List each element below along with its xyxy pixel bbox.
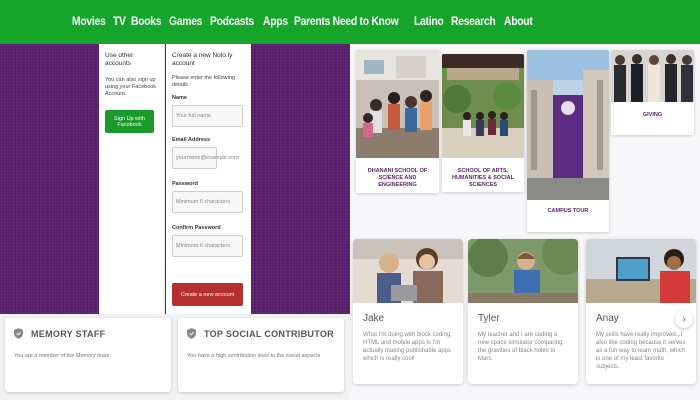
- facebook-signup-button[interactable]: Sign Up with Facebook: [105, 110, 154, 134]
- badge-description: You are a member of the Memory team: [14, 353, 110, 359]
- shield-icon: [14, 328, 23, 339]
- tile-caption: CAMPUS TOUR: [547, 208, 589, 214]
- anay-photo: [586, 239, 696, 303]
- badges-section: MEMORY STAFF You are a member of the Mem…: [0, 314, 350, 400]
- tile-campus-tour[interactable]: CAMPUS TOUR: [527, 50, 609, 232]
- nav-tv[interactable]: TV: [113, 16, 126, 28]
- campus-photo: [442, 54, 524, 158]
- story-card-jake[interactable]: Jake What I'm doing with block coding, H…: [353, 239, 463, 384]
- badge-title: MEMORY STAFF: [31, 328, 106, 339]
- tile-caption: GIVING: [642, 112, 663, 118]
- campus-building-photo: [527, 50, 609, 200]
- story-text: What I'm doing with block coding, HTML a…: [363, 332, 452, 363]
- email-input[interactable]: yourname@example.com: [172, 147, 239, 170]
- story-name: Tyler: [478, 313, 500, 324]
- password-input[interactable]: Minimum 6 characters: [172, 191, 243, 214]
- story-card-tyler[interactable]: Tyler My teacher and I are coding a new …: [468, 239, 578, 384]
- other-accounts-panel: Use other accounts You can also sign up …: [99, 44, 165, 314]
- story-text: My skills have really improved...I also …: [596, 332, 686, 371]
- tile-arts-school[interactable]: SCHOOL OF ARTS, HUMANITIES & SOCIAL SCIE…: [442, 54, 524, 192]
- shield-icon: [187, 328, 196, 339]
- badge-description: You have a high contribution level to th…: [187, 353, 321, 359]
- jake-photo: [353, 239, 463, 303]
- password-label: Password: [172, 181, 198, 188]
- tile-caption: DHANANI SCHOOL OF SCIENCE AND ENGINEERIN…: [367, 168, 428, 188]
- nav-podcasts[interactable]: Podcasts: [210, 16, 254, 28]
- name-label: Name: [172, 95, 187, 102]
- other-accounts-text: You can also sign up using your Facebook…: [105, 76, 157, 98]
- top-social-contributor-badge: TOP SOCIAL CONTRIBUTOR You have a high c…: [178, 318, 344, 392]
- confirm-password-label: Confirm Password: [172, 225, 221, 232]
- nav-apps[interactable]: Apps: [263, 16, 288, 28]
- nav-parents-need-to-know[interactable]: Parents Need to Know: [294, 16, 399, 28]
- story-name: Anay: [596, 313, 619, 324]
- nav-books[interactable]: Books: [131, 16, 162, 28]
- confirm-password-input[interactable]: Minimum 6 characters: [172, 235, 243, 258]
- nav-latino[interactable]: Latino: [414, 16, 444, 28]
- badge-title: TOP SOCIAL CONTRIBUTOR: [204, 328, 334, 339]
- nav-games[interactable]: Games: [169, 16, 202, 28]
- create-account-form: Create a new Nolo.ly account Please ente…: [166, 44, 251, 314]
- create-account-button[interactable]: Create a new account: [172, 283, 243, 306]
- create-account-subtitle: Please enter the following details: [172, 74, 235, 89]
- story-text: My teacher and I are coding a new space …: [478, 332, 563, 363]
- tyler-photo: [468, 239, 578, 303]
- top-nav: Movies TV Books Games Podcasts Apps Pare…: [0, 0, 700, 44]
- tile-dhanani-school[interactable]: DHANANI SCHOOL OF SCIENCE AND ENGINEERIN…: [356, 50, 439, 193]
- name-input[interactable]: Your full name: [172, 105, 243, 128]
- carousel-next-button[interactable]: ›: [675, 310, 693, 328]
- nav-about[interactable]: About: [504, 16, 533, 28]
- story-name: Jake: [363, 313, 385, 324]
- other-accounts-title: Use other accounts: [105, 52, 134, 68]
- page: Movies TV Books Games Podcasts Apps Pare…: [0, 0, 700, 400]
- tile-giving[interactable]: GIVING: [611, 50, 694, 135]
- email-label: Email Address: [172, 137, 211, 144]
- create-account-title: Create a new Nolo.ly account: [172, 52, 233, 68]
- lab-photo: [356, 50, 439, 158]
- nav-movies[interactable]: Movies: [72, 16, 106, 28]
- memory-staff-badge: MEMORY STAFF You are a member of the Mem…: [5, 318, 171, 392]
- tile-caption: SCHOOL OF ARTS, HUMANITIES & SOCIAL SCIE…: [451, 168, 515, 188]
- nav-research[interactable]: Research: [451, 16, 496, 28]
- people-photo: [611, 50, 694, 102]
- school-section: DHANANI SCHOOL OF SCIENCE AND ENGINEERIN…: [350, 44, 700, 400]
- chevron-right-icon: ›: [682, 313, 686, 325]
